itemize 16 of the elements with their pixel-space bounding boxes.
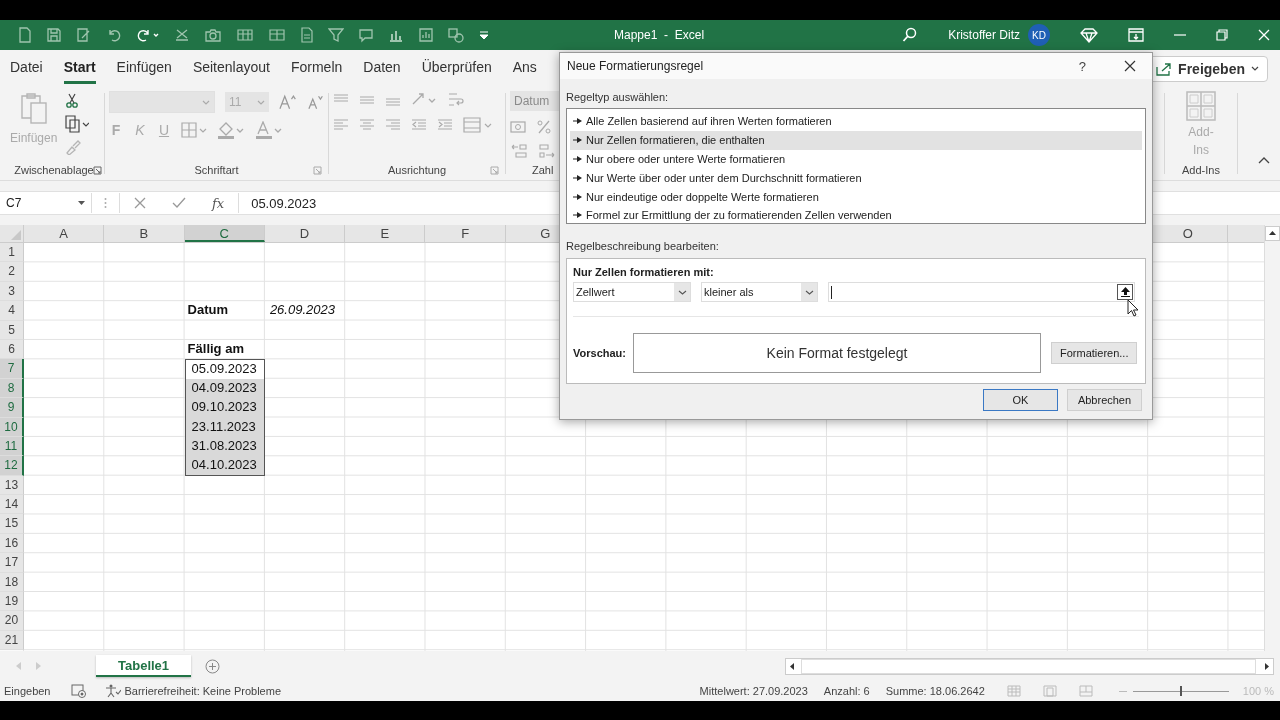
section-label: Regelbeschreibung bearbeiten: <box>566 240 720 252</box>
status-statistic: Mittelwert: 27.09.2023 <box>699 685 808 697</box>
group-label: Schriftart <box>194 164 239 176</box>
status-statistic: Summe: 18.06.2642 <box>885 685 985 697</box>
group-label: Add-Ins <box>1182 164 1220 176</box>
condition-heading: Nur Zellen formatieren mit: <box>573 266 715 278</box>
section-label: Regeltyp auswählen: <box>566 91 670 103</box>
preview-box: Kein Format festgelegt <box>633 333 1041 373</box>
status-statistic: Anzahl: 6 <box>823 685 870 697</box>
status-mode: Eingeben <box>4 685 51 697</box>
group-label: Ausrichtung <box>387 164 447 176</box>
window-title: Mappe1 - Excel <box>614 28 705 42</box>
dialog-title: Neue Formatierungsregel <box>567 59 705 73</box>
group-label: Zahl <box>532 164 554 176</box>
group-label: Zwischenablage <box>14 164 94 176</box>
preview-label: Vorschau: <box>573 347 627 359</box>
